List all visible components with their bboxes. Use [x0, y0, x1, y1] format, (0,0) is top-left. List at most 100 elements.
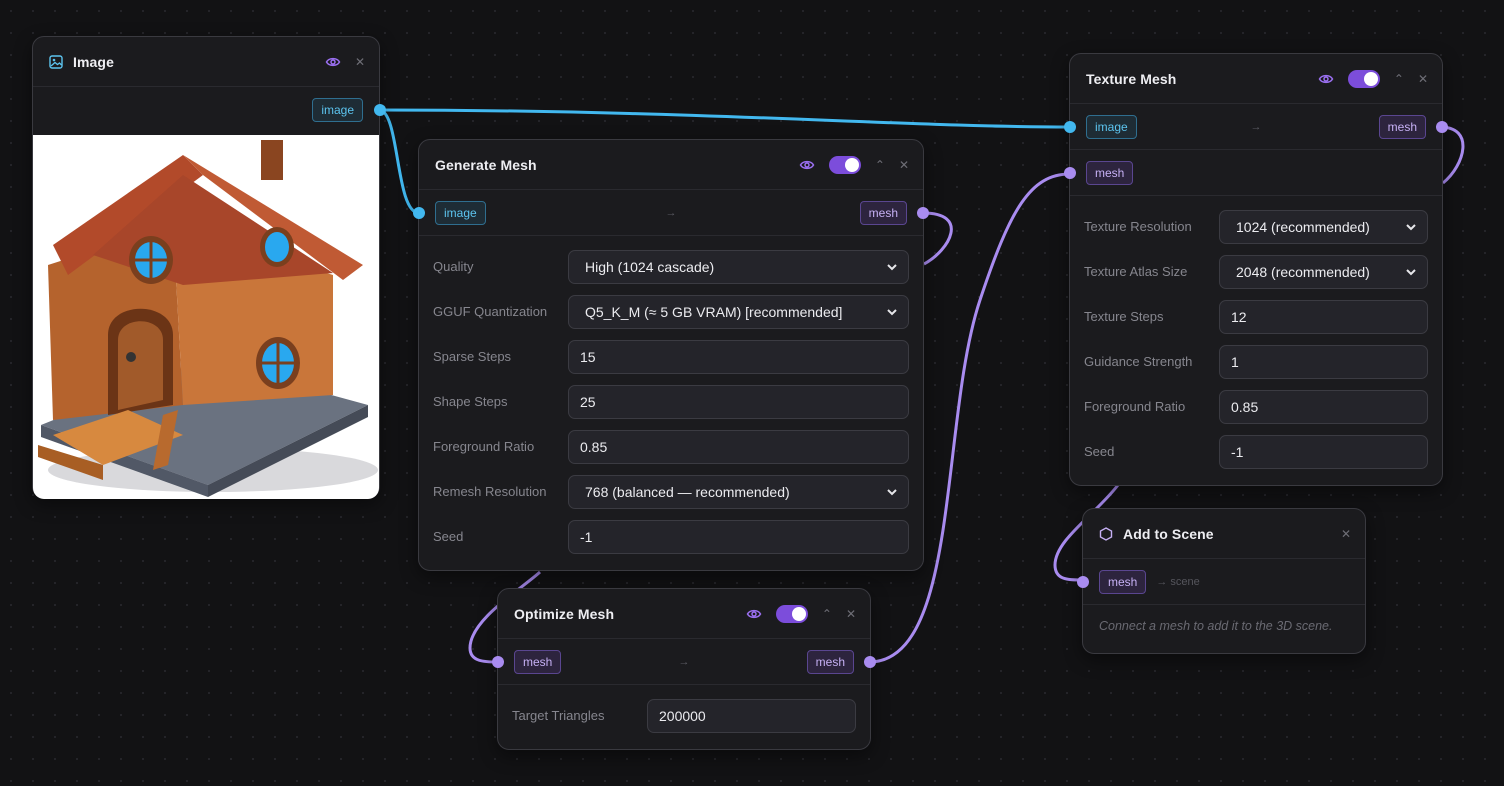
generate-mesh-header[interactable]: Generate Mesh ⌃ ✕	[419, 140, 923, 190]
close-icon[interactable]: ✕	[899, 159, 909, 171]
add-to-scene-header[interactable]: Add to Scene ✕	[1083, 509, 1365, 559]
enable-toggle[interactable]	[775, 604, 808, 623]
chevron-up-icon[interactable]: ⌃	[875, 159, 885, 171]
output-port-handle[interactable]	[917, 206, 929, 219]
param-label: Seed	[1084, 444, 1115, 459]
gguf-quantization-select[interactable]: Q5_K_M (≈ 5 GB VRAM) [recommended]	[568, 294, 909, 329]
input-port-handle[interactable]	[492, 655, 504, 668]
hexagon-icon	[1099, 526, 1113, 541]
close-icon[interactable]: ✕	[1341, 528, 1351, 540]
texture-resolution-select[interactable]: 1024 (recommended)	[1219, 209, 1428, 244]
enable-toggle[interactable]	[1347, 69, 1380, 88]
seed-input[interactable]: -1	[568, 519, 909, 554]
image-node-header[interactable]: Image ✕	[33, 37, 379, 87]
optimize-mesh-node[interactable]: Optimize Mesh ⌃ ✕ mesh → mesh Target Tri…	[492, 588, 876, 750]
param-label: Seed	[433, 529, 464, 544]
port-row-mesh: mesh	[1064, 150, 1442, 196]
guidance-strength-input[interactable]: 1	[1219, 344, 1428, 379]
input-port-label: mesh	[1099, 569, 1147, 594]
param-label: Target Triangles	[512, 708, 605, 723]
select-value: High (1024 cascade)	[585, 258, 715, 275]
close-icon[interactable]: ✕	[355, 56, 365, 68]
chevron-down-icon	[886, 486, 898, 498]
input-value: -1	[1231, 443, 1244, 460]
param-label: Shape Steps	[433, 394, 508, 409]
input-port-handle[interactable]	[1064, 120, 1076, 133]
node-title: Generate Mesh	[435, 156, 537, 173]
arrow-right-icon: →	[665, 206, 677, 219]
chevron-down-icon	[1405, 221, 1417, 233]
foreground-ratio-input[interactable]: 0.85	[1219, 389, 1428, 424]
param-row-foreground-ratio: Foreground Ratio 0.85	[433, 424, 909, 469]
close-icon[interactable]: ✕	[846, 608, 856, 620]
image-node[interactable]: Image ✕ image	[32, 36, 386, 499]
output-port-handle[interactable]	[374, 104, 386, 116]
output-port-label: mesh	[1378, 114, 1426, 139]
input-port-handle[interactable]	[1064, 166, 1076, 179]
port-row: mesh → mesh	[492, 639, 876, 685]
input-port-label: image	[435, 200, 486, 225]
param-label: Sparse Steps	[433, 349, 512, 364]
select-value: 768 (balanced — recommended)	[585, 483, 790, 500]
input-value: 12	[1231, 308, 1247, 325]
input-value: 0.85	[1231, 398, 1259, 415]
param-row-seed: Seed -1	[1084, 429, 1428, 474]
input-port-handle[interactable]	[1077, 575, 1089, 588]
select-value: 2048 (recommended)	[1236, 263, 1370, 280]
remesh-resolution-select[interactable]: 768 (balanced — recommended)	[568, 474, 909, 509]
optimize-mesh-header[interactable]: Optimize Mesh ⌃ ✕	[498, 589, 870, 639]
texture-mesh-node[interactable]: Texture Mesh ⌃ ✕ image → mesh mesh Textu…	[1064, 53, 1448, 486]
target-triangles-input[interactable]: 200000	[647, 698, 856, 733]
output-port-handle[interactable]	[1436, 120, 1448, 133]
chevron-down-icon	[886, 261, 898, 273]
input-port-label: image	[1086, 114, 1137, 139]
input-port-label: mesh	[1086, 160, 1134, 185]
generate-mesh-node[interactable]: Generate Mesh ⌃ ✕ image → mesh Quality H…	[413, 139, 929, 571]
param-row-texture-atlas-size: Texture Atlas Size 2048 (recommended)	[1084, 249, 1428, 294]
output-port-label: mesh	[806, 649, 854, 674]
add-to-scene-node[interactable]: Add to Scene ✕ mesh → scene Connect a me…	[1077, 508, 1366, 654]
texture-mesh-header[interactable]: Texture Mesh ⌃ ✕	[1070, 54, 1442, 104]
port-row: image → mesh	[413, 190, 929, 236]
seed-input[interactable]: -1	[1219, 434, 1428, 469]
param-row-guidance-strength: Guidance Strength 1	[1084, 339, 1428, 384]
eye-icon[interactable]	[799, 157, 815, 173]
port-row: mesh → scene	[1077, 559, 1365, 605]
select-value: Q5_K_M (≈ 5 GB VRAM) [recommended]	[585, 303, 843, 320]
input-port-handle[interactable]	[413, 206, 425, 219]
param-row-seed: Seed -1	[433, 514, 909, 559]
param-row-shape-steps: Shape Steps 25	[433, 379, 909, 424]
input-value: 200000	[659, 707, 706, 724]
chevron-up-icon[interactable]: ⌃	[822, 608, 832, 620]
param-row-gguf-quantization: GGUF Quantization Q5_K_M (≈ 5 GB VRAM) […	[433, 289, 909, 334]
port-row-image: image → mesh	[1064, 104, 1448, 150]
param-list: Quality High (1024 cascade) GGUF Quantiz…	[419, 236, 923, 559]
texture-atlas-size-select[interactable]: 2048 (recommended)	[1219, 254, 1428, 289]
output-port-label: mesh	[859, 200, 907, 225]
quality-select[interactable]: High (1024 cascade)	[568, 249, 909, 284]
input-value: 25	[580, 393, 596, 410]
foreground-ratio-input[interactable]: 0.85	[568, 429, 909, 464]
source-image	[33, 135, 379, 499]
param-label: Foreground Ratio	[433, 439, 535, 454]
enable-toggle[interactable]	[828, 155, 861, 174]
param-row-target-triangles: Target Triangles 200000	[512, 693, 856, 738]
sparse-steps-input[interactable]: 15	[568, 339, 909, 374]
shape-steps-input[interactable]: 25	[568, 384, 909, 419]
output-port-row: image	[33, 87, 386, 133]
param-label: GGUF Quantization	[433, 304, 548, 319]
eye-icon[interactable]	[1318, 71, 1334, 87]
select-value: 1024 (recommended)	[1236, 218, 1370, 235]
arrow-right-icon: →	[1250, 120, 1262, 133]
param-label: Foreground Ratio	[1084, 399, 1186, 414]
node-title: Image	[73, 53, 114, 70]
eye-icon[interactable]	[325, 54, 341, 70]
param-label: Texture Atlas Size	[1084, 264, 1188, 279]
chevron-up-icon[interactable]: ⌃	[1394, 73, 1404, 85]
texture-steps-input[interactable]: 12	[1219, 299, 1428, 334]
node-title: Add to Scene	[1123, 525, 1214, 542]
input-value: 0.85	[580, 438, 608, 455]
eye-icon[interactable]	[746, 606, 762, 622]
close-icon[interactable]: ✕	[1418, 73, 1428, 85]
output-port-handle[interactable]	[864, 655, 876, 668]
